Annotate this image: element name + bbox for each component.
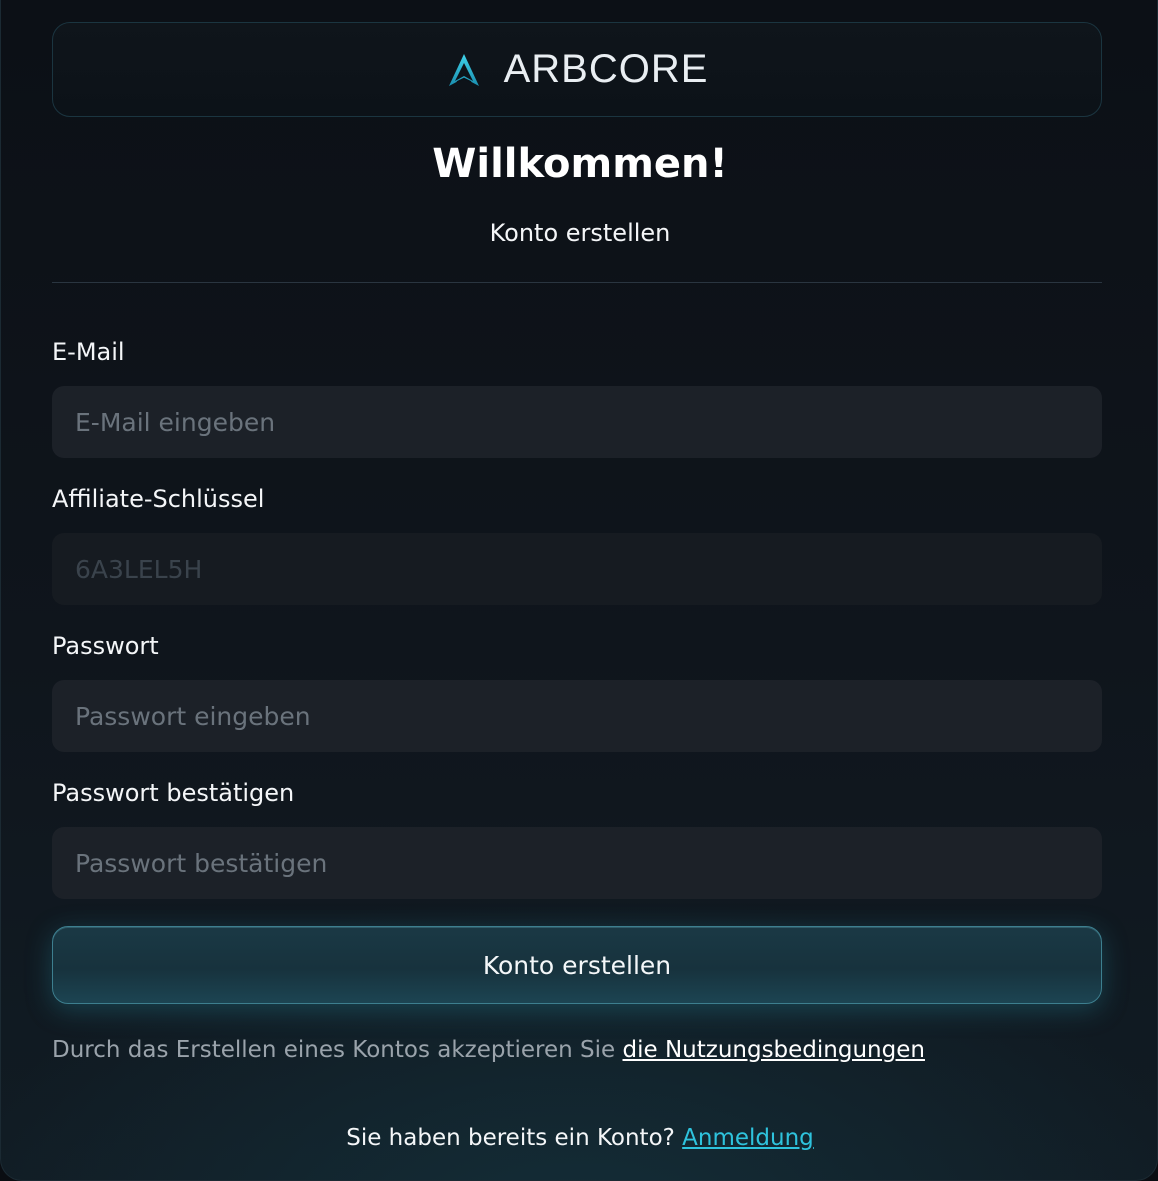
terms-text: Durch das Erstellen eines Kontos akzepti…	[52, 1037, 623, 1063]
create-account-button[interactable]: Konto erstellen	[52, 926, 1102, 1004]
password-label: Passwort	[52, 632, 159, 660]
password-confirm-field[interactable]	[52, 827, 1102, 899]
email-label: E-Mail	[52, 338, 125, 366]
terms-link[interactable]: die Nutzungsbedingungen	[623, 1037, 925, 1063]
password-field[interactable]	[52, 680, 1102, 752]
arbcore-logo-icon	[448, 53, 479, 86]
page-subtitle: Konto erstellen	[489, 219, 671, 247]
login-prompt-text: Sie haben bereits ein Konto?	[346, 1125, 683, 1151]
page-title: Willkommen!	[432, 141, 728, 187]
login-link[interactable]: Anmeldung	[682, 1125, 814, 1151]
login-prompt: Sie haben bereits ein Konto? Anmeldung	[1, 1122, 1158, 1154]
signup-panel: ARBCORE Willkommen! Konto erstellen E-Ma…	[0, 0, 1158, 1181]
password-confirm-label: Passwort bestätigen	[52, 779, 295, 807]
affiliate-key-label: Affiliate-Schlüssel	[52, 485, 265, 513]
divider	[52, 282, 1102, 283]
logo-header: ARBCORE	[52, 22, 1102, 117]
email-field[interactable]	[52, 386, 1102, 458]
brand-name: ARBCORE	[503, 47, 709, 91]
affiliate-key-field	[52, 533, 1102, 605]
terms-notice: Durch das Erstellen eines Kontos akzepti…	[52, 1034, 925, 1066]
